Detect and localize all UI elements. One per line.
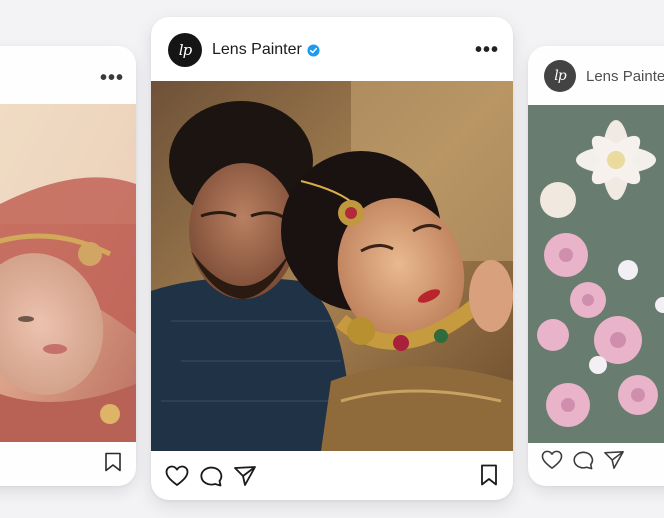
- share-icon[interactable]: [603, 450, 625, 470]
- post-header: •••: [0, 46, 136, 110]
- bookmark-icon[interactable]: [104, 452, 122, 472]
- post-card-main[interactable]: lp Lens Painter •••: [151, 17, 513, 500]
- heart-icon[interactable]: [541, 450, 563, 470]
- post-photo[interactable]: [151, 81, 513, 451]
- post-header: lp Lens Painter •••: [151, 17, 513, 83]
- comment-icon[interactable]: [572, 450, 594, 470]
- share-icon[interactable]: [233, 465, 257, 487]
- couple-photo: [151, 81, 513, 451]
- comment-icon[interactable]: [199, 465, 223, 487]
- avatar[interactable]: lp: [544, 60, 576, 92]
- post-footer: [0, 436, 136, 486]
- verified-badge-icon: [307, 43, 320, 57]
- avatar-monogram: lp: [178, 41, 192, 59]
- post-header: lp Lens Painter: [528, 46, 664, 106]
- account-name[interactable]: Lens Painter: [212, 41, 302, 59]
- post-footer: [528, 436, 664, 486]
- heart-icon[interactable]: [165, 465, 189, 487]
- post-footer: [151, 450, 513, 500]
- avatar-monogram: lp: [554, 68, 566, 84]
- account-name[interactable]: Lens Painter: [586, 68, 664, 85]
- post-card-left[interactable]: •••: [0, 46, 136, 486]
- bookmark-icon[interactable]: [480, 464, 498, 486]
- more-options-icon[interactable]: •••: [475, 40, 499, 60]
- post-card-right[interactable]: lp Lens Painter: [528, 46, 664, 486]
- post-photo[interactable]: [528, 105, 664, 443]
- feed-carousel: ••• lp Lens Painter ••• lp Lens Painter: [0, 0, 664, 518]
- avatar[interactable]: lp: [168, 33, 202, 67]
- bride-photo: [0, 104, 136, 442]
- floral-photo: [528, 105, 664, 443]
- post-photo[interactable]: [0, 104, 136, 442]
- more-options-icon[interactable]: •••: [100, 68, 124, 88]
